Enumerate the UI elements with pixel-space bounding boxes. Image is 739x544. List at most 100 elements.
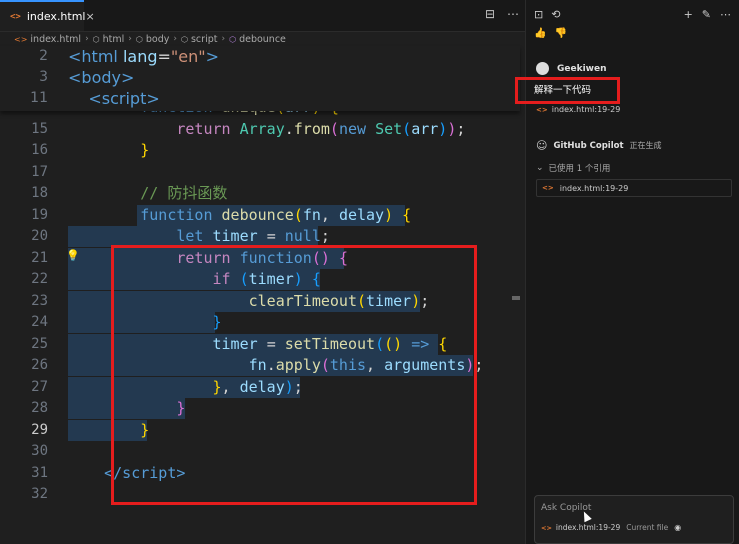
- line-number[interactable]: 15: [0, 119, 48, 140]
- html-file-icon: <>: [536, 105, 548, 114]
- line-number[interactable]: 26: [0, 355, 48, 376]
- reference-label: index.html:19-29: [559, 183, 629, 193]
- history-icon[interactable]: ⟲: [551, 8, 560, 21]
- code-text[interactable]: function debounce(fn, delay) {: [68, 205, 411, 226]
- chat-view-icon[interactable]: ⊡: [534, 8, 543, 21]
- current-file-label: Current file: [626, 523, 669, 532]
- thumbs-down-icon[interactable]: 👎: [554, 28, 566, 39]
- tabbar-actions: ⊟ ⋯: [485, 7, 519, 21]
- line-number[interactable]: 25: [0, 334, 48, 355]
- line-number[interactable]: 30: [0, 441, 48, 462]
- tab-title: index.html: [26, 10, 86, 23]
- reference-label: index.html:19-29: [551, 105, 621, 114]
- line-number[interactable]: 20: [0, 226, 48, 247]
- breadcrumb-item-html[interactable]: ⬡ html: [93, 34, 125, 45]
- code-text[interactable]: <html lang="en">: [68, 46, 219, 67]
- feedback-buttons: 👍 👎: [534, 28, 567, 39]
- html-file-icon: <>: [14, 34, 28, 44]
- code-line[interactable]: 11 <script>: [0, 88, 520, 109]
- copilot-name: GitHub Copilot: [553, 140, 624, 151]
- element-icon: ⬡: [92, 34, 100, 44]
- line-number[interactable]: 28: [0, 398, 48, 419]
- close-icon[interactable]: ×: [86, 10, 95, 23]
- input-context-reference[interactable]: <> index.html:19-29 Current file ◉: [541, 523, 681, 532]
- thumbs-up-icon[interactable]: 👍: [534, 28, 546, 39]
- line-number[interactable]: 29: [0, 420, 48, 441]
- reference-label: index.html:19-29: [555, 523, 621, 532]
- breadcrumb-label: index.html: [30, 33, 82, 45]
- copilot-status: 正在生成: [629, 141, 662, 150]
- edit-icon[interactable]: ✎: [702, 8, 711, 21]
- lightbulb-icon[interactable]: 💡: [66, 249, 80, 262]
- annotation-box-chat: [515, 77, 620, 104]
- breadcrumb-item-body[interactable]: ⬡ body: [136, 34, 169, 45]
- copilot-response-header: ☺ GitHub Copilot 正在生成: [536, 139, 662, 152]
- line-number[interactable]: 18: [0, 183, 48, 204]
- chevron-right-icon: ›: [128, 34, 132, 44]
- split-editor-icon[interactable]: ⊟: [485, 7, 495, 21]
- breadcrumb-item-file[interactable]: <> index.html: [14, 34, 81, 45]
- line-number[interactable]: 19: [0, 205, 48, 226]
- line-number[interactable]: 11: [0, 88, 48, 109]
- scrollbar-thumb[interactable]: [512, 296, 520, 300]
- chevron-right-icon: ›: [85, 34, 89, 44]
- code-text[interactable]: let timer = null;: [68, 226, 330, 247]
- code-line[interactable]: 15 return Array.from(new Set(arr));: [0, 119, 520, 140]
- user-name: Geekiwen: [557, 63, 607, 74]
- more-actions-icon[interactable]: ⋯: [507, 7, 519, 21]
- code-line[interactable]: 17: [0, 162, 520, 183]
- breadcrumb-item-debounce[interactable]: ⬡ debounce: [229, 34, 286, 45]
- code-text[interactable]: // 防抖函数: [68, 183, 227, 204]
- line-number[interactable]: 24: [0, 312, 48, 333]
- code-line[interactable]: 19 function debounce(fn, delay) {: [0, 205, 520, 226]
- code-text[interactable]: <script>: [68, 88, 159, 109]
- ask-copilot-input[interactable]: [539, 502, 723, 514]
- user-message-reference[interactable]: <> index.html:19-29: [536, 105, 620, 114]
- code-line[interactable]: 3 <body>: [0, 67, 520, 88]
- element-icon: ⬡: [135, 34, 143, 44]
- breadcrumb-label: script: [190, 33, 218, 45]
- code-line[interactable]: 20 let timer = null;: [0, 226, 520, 247]
- sticky-scroll-header[interactable]: 2 <html lang="en"> 3 <body> 11 <script>: [0, 46, 520, 111]
- used-references-toggle[interactable]: ⌄ 已使用 1 个引用: [536, 162, 610, 174]
- chat-input-box: <> index.html:19-29 Current file ◉: [534, 495, 734, 544]
- tab-index-html[interactable]: <> index.html ×: [0, 0, 95, 31]
- code-text[interactable]: }: [68, 140, 149, 161]
- used-reference-item[interactable]: <> index.html:19-29: [536, 179, 732, 197]
- line-number[interactable]: 17: [0, 162, 48, 183]
- copilot-icon: ☺: [536, 139, 548, 152]
- line-number[interactable]: 27: [0, 377, 48, 398]
- line-number[interactable]: 32: [0, 484, 48, 505]
- line-number[interactable]: 2: [0, 46, 48, 67]
- html-file-icon: <>: [10, 11, 21, 22]
- chevron-down-icon: ⌄: [536, 163, 544, 173]
- code-text[interactable]: return Array.from(new Set(arr));: [68, 119, 465, 140]
- editor-pane: <> index.html × ⊟ ⋯ <> index.html › ⬡ html…: [0, 0, 525, 544]
- new-chat-icon[interactable]: +: [684, 8, 693, 21]
- code-text[interactable]: <body>: [68, 67, 134, 88]
- code-line[interactable]: 2 <html lang="en">: [0, 46, 520, 67]
- eye-icon[interactable]: ◉: [674, 523, 681, 532]
- chevron-right-icon: ›: [221, 34, 226, 44]
- more-actions-icon[interactable]: ⋯: [720, 8, 731, 21]
- code-line[interactable]: 16 }: [0, 140, 520, 161]
- code-line[interactable]: 18 // 防抖函数: [0, 183, 520, 204]
- line-number[interactable]: 3: [0, 67, 48, 88]
- line-number[interactable]: 21: [0, 248, 48, 269]
- annotation-box-code: [111, 245, 477, 505]
- chat-header-right: + ✎ ⋯: [684, 8, 731, 21]
- line-number[interactable]: 16: [0, 140, 48, 161]
- breadcrumb-item-script[interactable]: ⬡ script: [181, 34, 217, 45]
- breadcrumb-label: debounce: [239, 33, 286, 45]
- html-file-icon: <>: [541, 523, 552, 532]
- chevron-right-icon: ›: [173, 34, 177, 44]
- line-number[interactable]: 23: [0, 291, 48, 312]
- html-file-icon: <>: [542, 184, 554, 192]
- chat-header-left: ⊡ ⟲: [534, 8, 560, 21]
- function-icon: ⬡: [229, 34, 237, 44]
- user-message-header: Geekiwen: [536, 62, 607, 75]
- breadcrumb: <> index.html › ⬡ html › ⬡ body › ⬡ script ›…: [0, 31, 525, 47]
- line-number[interactable]: 31: [0, 463, 48, 484]
- line-number[interactable]: 22: [0, 269, 48, 290]
- tab-bar: <> index.html × ⊟ ⋯: [0, 0, 525, 32]
